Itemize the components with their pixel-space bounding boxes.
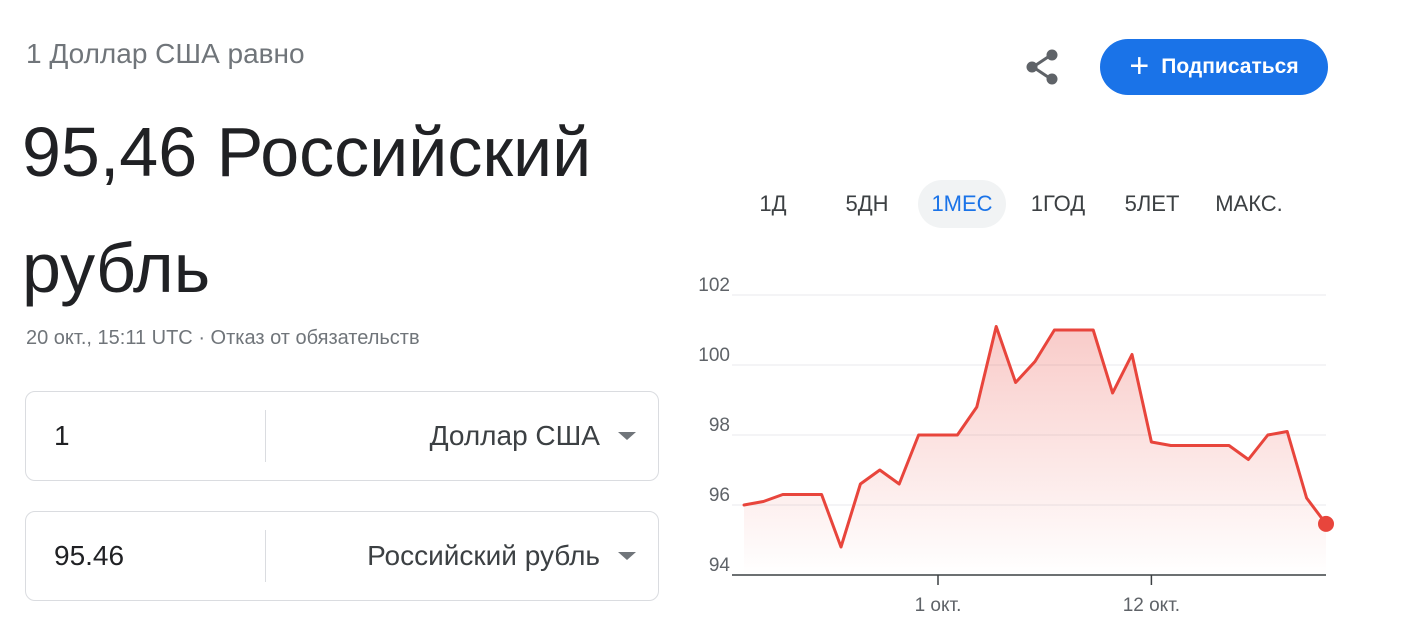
timestamp: 20 окт., 15:11 UTC xyxy=(26,327,193,349)
dropdown-arrow-icon xyxy=(618,552,636,560)
currency-converter-card: 1 Доллар США равно 95,46 Российский рубл… xyxy=(0,0,1426,630)
subscribe-label: Подписаться xyxy=(1161,55,1299,78)
y-tick-label: 96 xyxy=(709,485,730,506)
tab-5y[interactable]: 5ЛЕТ xyxy=(1116,180,1188,228)
x-tick-label: 1 окт. xyxy=(915,595,962,616)
dropdown-arrow-icon xyxy=(618,432,636,440)
to-amount-input[interactable] xyxy=(54,512,254,600)
share-button[interactable] xyxy=(1018,44,1068,90)
tab-1m[interactable]: 1МЕС xyxy=(918,180,1006,228)
subscribe-button[interactable]: + Подписаться xyxy=(1100,39,1328,95)
tab-1d[interactable]: 1Д xyxy=(748,180,798,228)
y-tick-label: 98 xyxy=(709,415,730,436)
tab-max[interactable]: МАКС. xyxy=(1206,180,1292,228)
timestamp-line: 20 окт., 15:11 UTC · Отказ от обязательс… xyxy=(26,327,420,350)
x-tick-label: 12 окт. xyxy=(1123,595,1180,616)
to-currency-label: Российский рубль xyxy=(367,540,600,571)
divider xyxy=(265,530,266,582)
plus-icon: + xyxy=(1129,46,1150,85)
tab-1y[interactable]: 1ГОД xyxy=(1022,180,1094,228)
time-range-tabs: 1Д 5ДН 1МЕС 1ГОД 5ЛЕТ МАКС. xyxy=(0,180,1426,228)
exchange-rate-chart: 102 100 98 96 94 1 окт. 12 окт. xyxy=(698,275,1334,616)
conversion-subtitle: 1 Доллар США равно xyxy=(26,38,305,69)
separator-dot: · xyxy=(198,327,205,349)
y-tick-label: 100 xyxy=(698,345,730,366)
divider xyxy=(265,410,266,462)
from-currency-row: Доллар США xyxy=(25,391,659,481)
disclaimer-link[interactable]: Отказ от обязательств xyxy=(211,327,420,349)
from-amount-input[interactable] xyxy=(54,392,254,480)
to-currency-select[interactable]: Российский рубль xyxy=(276,512,636,600)
y-tick-label: 94 xyxy=(709,555,731,576)
share-icon xyxy=(1026,49,1058,85)
to-currency-row: Российский рубль xyxy=(25,511,659,601)
from-currency-label: Доллар США xyxy=(429,420,600,451)
y-tick-label: 102 xyxy=(698,275,730,296)
current-rate-dot xyxy=(1318,515,1334,532)
tab-5d[interactable]: 5ДН xyxy=(834,180,900,228)
from-currency-select[interactable]: Доллар США xyxy=(276,392,636,480)
